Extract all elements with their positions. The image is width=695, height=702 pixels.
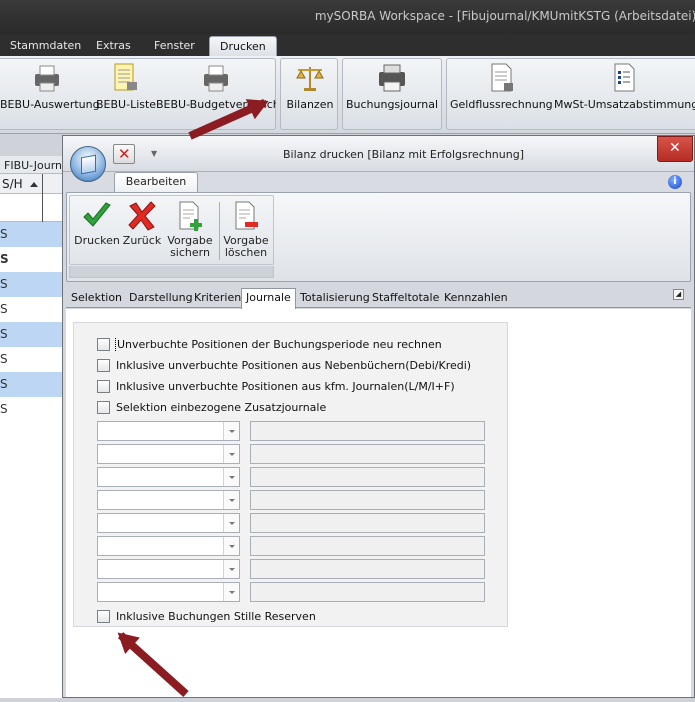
journal-select[interactable] xyxy=(97,444,240,464)
app-titlebar: mySORBA Workspace - [Fibujournal/KMUmitK… xyxy=(0,0,695,34)
journal-select[interactable] xyxy=(97,467,240,487)
journal-select[interactable] xyxy=(97,536,240,556)
back-button[interactable]: Zurück xyxy=(122,200,162,247)
table-row[interactable]: S xyxy=(0,347,63,372)
table-row[interactable]: S xyxy=(0,397,63,422)
save-defaults-button[interactable]: Vorgabe sichern xyxy=(166,200,214,259)
quick-access-close-icon[interactable]: ✕ xyxy=(113,144,135,164)
help-icon[interactable]: i xyxy=(668,175,682,189)
journal-description-field xyxy=(250,467,485,487)
buchungsjournal-button[interactable]: Buchungsjournal xyxy=(344,60,440,122)
kfm-journals-checkbox[interactable] xyxy=(97,380,110,393)
menu-tab-drucken[interactable]: Drucken xyxy=(209,36,277,56)
journal-description-field xyxy=(250,582,485,602)
bebu-liste-button[interactable]: BEBU-Liste xyxy=(96,60,156,122)
table-row[interactable]: S xyxy=(0,372,63,397)
journal-description-field xyxy=(250,421,485,441)
ribbon-group-footer xyxy=(69,266,274,278)
menu-tab-extras[interactable]: Extras xyxy=(86,36,141,56)
chevron-down-icon[interactable] xyxy=(223,537,239,555)
journal-grid: FIBU-Journal S/H S S S S S S S S xyxy=(0,156,64,698)
main-ribbon: BEBU-Auswertung BEBU-Liste BEBU-Budgetve… xyxy=(0,56,695,134)
table-row[interactable]: S xyxy=(0,272,63,297)
journal-select[interactable] xyxy=(97,582,240,602)
tab-darstellung[interactable]: Darstellung xyxy=(129,291,193,304)
geldflussrechnung-button[interactable]: Geldflussrechnung xyxy=(450,60,553,122)
journal-select[interactable] xyxy=(97,490,240,510)
journal-select[interactable] xyxy=(97,513,240,533)
app-title: mySORBA Workspace - [Fibujournal/KMUmitK… xyxy=(314,9,695,23)
checkmark-icon xyxy=(81,200,113,232)
quick-access-dropdown-icon[interactable]: ▼ xyxy=(151,149,157,158)
document-list-icon xyxy=(608,62,640,94)
additional-journals-checkbox[interactable] xyxy=(97,401,110,414)
table-row[interactable]: S xyxy=(0,247,63,272)
bilanz-print-dialog: Bilanz drucken [Bilanz mit Erfolgsrechnu… xyxy=(62,135,695,698)
journal-description-field xyxy=(250,444,485,464)
tab-kennzahlen[interactable]: Kennzahlen xyxy=(444,291,508,304)
journale-tab-panel: Unverbuchte Positionen der Buchungsperio… xyxy=(66,309,691,697)
subledger-checkbox[interactable] xyxy=(97,359,110,372)
bilanzen-button[interactable]: Bilanzen xyxy=(284,60,336,122)
journal-description-field xyxy=(250,490,485,510)
chevron-down-icon[interactable] xyxy=(223,514,239,532)
grid-column-header[interactable]: S/H xyxy=(0,174,63,194)
chevron-down-icon[interactable] xyxy=(223,468,239,486)
dialog-tabbar: Selektion Darstellung Kriterien Journale… xyxy=(66,288,691,309)
journal-select[interactable] xyxy=(97,559,240,579)
balance-scale-icon xyxy=(294,62,326,94)
dialog-ribbon: Drucken Zurück Vorgabe sichern Vorgabe l… xyxy=(66,192,691,282)
ribbon-separator xyxy=(219,202,220,260)
application-orb-icon[interactable] xyxy=(70,146,106,182)
document-add-icon xyxy=(174,200,206,232)
menu-tab-stammdaten[interactable]: Stammdaten xyxy=(0,36,91,56)
close-icon: ✕ xyxy=(669,140,681,156)
tab-bearbeiten[interactable]: Bearbeiten xyxy=(114,172,198,192)
chevron-down-icon[interactable] xyxy=(223,560,239,578)
dialog-titlebar: Bilanz drucken [Bilanz mit Erfolgsrechnu… xyxy=(63,136,694,172)
hidden-reserves-checkbox[interactable] xyxy=(97,610,110,623)
delete-defaults-button[interactable]: Vorgabe löschen xyxy=(222,200,270,259)
red-x-icon xyxy=(126,200,158,232)
tab-scroll-icon[interactable]: ◢ xyxy=(673,289,684,300)
tab-totalisierung[interactable]: Totalisierung xyxy=(300,291,370,304)
chevron-down-icon[interactable] xyxy=(223,422,239,440)
document-icon xyxy=(485,62,517,94)
journal-select[interactable] xyxy=(97,421,240,441)
dialog-title: Bilanz drucken [Bilanz mit Erfolgsrechnu… xyxy=(283,148,524,161)
tab-staffeltotale[interactable]: Staffeltotale xyxy=(372,291,439,304)
chevron-down-icon[interactable] xyxy=(223,583,239,601)
grid-filter-row[interactable] xyxy=(0,174,63,222)
tab-journale[interactable]: Journale xyxy=(241,288,296,309)
tab-kriterien[interactable]: Kriterien xyxy=(194,291,241,304)
printer-icon xyxy=(376,62,408,94)
table-row[interactable]: S xyxy=(0,222,63,247)
chevron-down-icon[interactable] xyxy=(223,491,239,509)
printer-icon xyxy=(31,62,63,94)
journal-description-field xyxy=(250,559,485,579)
recalculate-checkbox[interactable] xyxy=(97,338,110,351)
menu-tab-fenster[interactable]: Fenster xyxy=(144,36,205,56)
dialog-ribbon-tabs: Bearbeiten i xyxy=(63,172,694,192)
journal-description-field xyxy=(250,513,485,533)
table-row[interactable]: S xyxy=(0,322,63,347)
table-row[interactable]: S xyxy=(0,297,63,322)
menu-tabs: Stammdaten Extras Fenster Drucken xyxy=(0,34,695,56)
document-remove-icon xyxy=(230,200,262,232)
sort-ascending-icon xyxy=(30,182,38,187)
print-button[interactable]: Drucken xyxy=(74,200,120,247)
document-list-icon xyxy=(109,62,141,94)
journale-options-panel: Unverbuchte Positionen der Buchungsperio… xyxy=(73,322,508,627)
journal-description-field xyxy=(250,536,485,556)
grid-tab-label[interactable]: FIBU-Journal xyxy=(0,156,63,174)
dialog-close-button[interactable]: ✕ xyxy=(657,136,693,162)
ribbon-group-actions: Drucken Zurück Vorgabe sichern Vorgabe l… xyxy=(69,195,274,265)
chevron-down-icon[interactable] xyxy=(223,445,239,463)
mwst-umsatzabstimmung-button[interactable]: MwSt-Umsatzabstimmung xyxy=(554,60,695,122)
printer-icon xyxy=(200,62,232,94)
tab-selektion[interactable]: Selektion xyxy=(71,291,122,304)
bebu-auswertung-button[interactable]: BEBU-Auswertung xyxy=(0,60,100,122)
